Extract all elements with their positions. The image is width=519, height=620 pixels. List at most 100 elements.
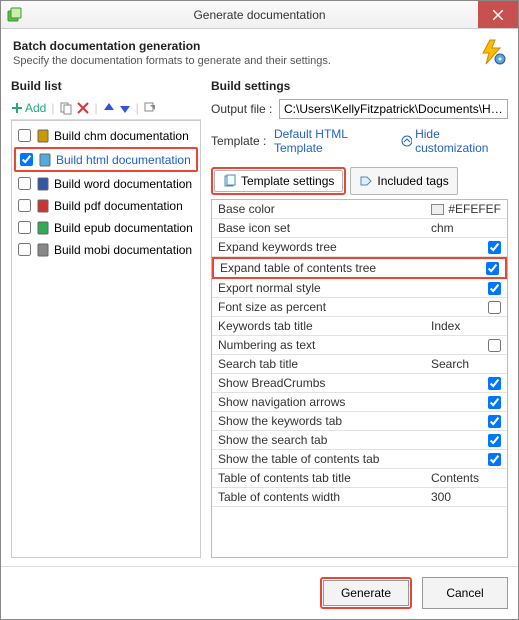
setting-name: Show the table of contents tab <box>218 452 431 466</box>
list-item-checkbox[interactable] <box>20 153 33 166</box>
template-link[interactable]: Default HTML Template <box>274 127 389 155</box>
settings-row[interactable]: Search tab titleSearch <box>212 355 507 374</box>
delete-icon[interactable] <box>77 102 89 114</box>
settings-row[interactable]: Expand table of contents tree <box>212 257 507 279</box>
header: Batch documentation generation Specify t… <box>1 29 518 75</box>
tab-included-tags[interactable]: Included tags <box>350 167 457 195</box>
settings-row[interactable]: Table of contents width300 <box>212 488 507 507</box>
setting-value: Search <box>431 357 501 371</box>
template-icon <box>223 174 237 188</box>
setting-checkbox[interactable] <box>486 262 499 275</box>
app-icon <box>7 7 23 23</box>
settings-row[interactable]: Show the table of contents tab <box>212 450 507 469</box>
setting-name: Show the keywords tab <box>218 414 431 428</box>
tags-icon <box>359 174 373 188</box>
setting-name: Numbering as text <box>218 338 431 352</box>
settings-row[interactable]: Table of contents tab titleContents <box>212 469 507 488</box>
setting-checkbox[interactable] <box>488 282 501 295</box>
list-item-checkbox[interactable] <box>18 243 31 256</box>
setting-checkbox[interactable] <box>488 434 501 447</box>
setting-checkbox[interactable] <box>488 415 501 428</box>
list-item[interactable]: Build html documentation <box>14 147 198 172</box>
list-item-label: Build chm documentation <box>54 129 189 143</box>
settings-row[interactable]: Show the keywords tab <box>212 412 507 431</box>
list-item-label: Build html documentation <box>56 153 191 167</box>
setting-name: Search tab title <box>218 357 431 371</box>
settings-row[interactable]: Show navigation arrows <box>212 393 507 412</box>
setting-checkbox[interactable] <box>488 377 501 390</box>
list-item-checkbox[interactable] <box>18 129 31 142</box>
list-item-label: Build word documentation <box>54 177 192 191</box>
move-down-button[interactable] <box>119 102 131 114</box>
list-item[interactable]: Build epub documentation <box>14 217 198 238</box>
list-item-label: Build mobi documentation <box>54 243 192 257</box>
list-item-checkbox[interactable] <box>18 221 31 234</box>
setting-checkbox[interactable] <box>488 396 501 409</box>
window-title: Generate documentation <box>193 8 325 22</box>
setting-name: Base color <box>218 202 431 216</box>
settings-row[interactable]: Keywords tab titleIndex <box>212 317 507 336</box>
doc-type-icon <box>35 176 50 191</box>
list-item-checkbox[interactable] <box>18 177 31 190</box>
settings-row[interactable]: Show BreadCrumbs <box>212 374 507 393</box>
add-button[interactable]: Add <box>11 101 46 115</box>
doc-type-icon <box>35 220 50 235</box>
doc-type-icon <box>35 242 50 257</box>
build-settings-title: Build settings <box>211 79 508 93</box>
settings-row[interactable]: Expand keywords tree <box>212 238 507 257</box>
setting-name: Expand keywords tree <box>218 240 431 254</box>
copy-icon[interactable] <box>59 101 73 115</box>
generate-button[interactable]: Generate <box>323 580 409 606</box>
setting-name: Font size as percent <box>218 300 431 314</box>
hide-customization-link[interactable]: Hide customization <box>401 127 508 155</box>
list-item-checkbox[interactable] <box>18 199 31 212</box>
setting-value: chm <box>431 221 501 235</box>
setting-name: Export normal style <box>218 281 431 295</box>
setting-name: Show the search tab <box>218 433 431 447</box>
build-list-toolbar: Add | | | <box>11 99 201 120</box>
output-file-input[interactable]: C:\Users\KellyFitzpatrick\Documents\Help… <box>279 99 508 119</box>
lightning-gear-icon <box>480 39 506 65</box>
setting-value: Index <box>431 319 501 333</box>
setting-checkbox[interactable] <box>488 301 501 314</box>
cancel-button[interactable]: Cancel <box>422 577 508 609</box>
settings-grid: Base color#EFEFEFBase icon setchmExpand … <box>211 199 508 558</box>
settings-row[interactable]: Show the search tab <box>212 431 507 450</box>
list-item-label: Build epub documentation <box>54 221 193 235</box>
header-subtitle: Specify the documentation formats to gen… <box>13 55 331 67</box>
setting-value: Contents <box>431 471 501 485</box>
footer: Generate Cancel <box>1 566 518 619</box>
settings-row[interactable]: Font size as percent <box>212 298 507 317</box>
external-icon[interactable] <box>144 102 156 114</box>
add-button-label: Add <box>25 101 46 115</box>
doc-type-icon <box>37 152 52 167</box>
setting-checkbox[interactable] <box>488 241 501 254</box>
settings-row[interactable]: Base color#EFEFEF <box>212 200 507 219</box>
list-item[interactable]: Build pdf documentation <box>14 195 198 216</box>
settings-row[interactable]: Base icon setchm <box>212 219 507 238</box>
move-up-button[interactable] <box>103 102 115 114</box>
doc-type-icon <box>35 198 50 213</box>
header-title: Batch documentation generation <box>13 39 331 53</box>
hide-customization-label: Hide customization <box>415 127 508 155</box>
build-list-title: Build list <box>11 79 201 93</box>
setting-checkbox[interactable] <box>488 453 501 466</box>
setting-checkbox[interactable] <box>488 339 501 352</box>
setting-name: Keywords tab title <box>218 319 431 333</box>
settings-row[interactable]: Numbering as text <box>212 336 507 355</box>
settings-row[interactable]: Export normal style <box>212 279 507 298</box>
list-item[interactable]: Build mobi documentation <box>14 239 198 260</box>
template-label: Template : <box>211 134 268 148</box>
collapse-icon <box>401 135 412 147</box>
tab-template-settings[interactable]: Template settings <box>214 170 343 192</box>
build-list: Build chm documentation Build html docume… <box>11 120 201 558</box>
setting-name: Show BreadCrumbs <box>218 376 431 390</box>
list-item[interactable]: Build chm documentation <box>14 125 198 146</box>
output-file-label: Output file : <box>211 102 273 116</box>
setting-value: 300 <box>431 490 501 504</box>
tab-included-tags-label: Included tags <box>377 174 448 188</box>
setting-name: Base icon set <box>218 221 431 235</box>
color-swatch[interactable] <box>431 204 444 215</box>
list-item[interactable]: Build word documentation <box>14 173 198 194</box>
close-button[interactable] <box>478 1 518 28</box>
